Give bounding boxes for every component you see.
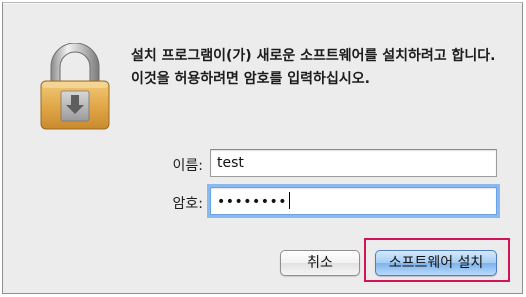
name-field[interactable]: test — [210, 149, 497, 177]
name-label: 이름: — [172, 158, 203, 174]
password-field[interactable]: •••••••• — [210, 187, 497, 215]
text-caret — [289, 192, 291, 209]
cancel-button[interactable]: 취소 — [280, 250, 360, 276]
highlight-annotation-box — [364, 238, 510, 282]
password-label: 암호: — [172, 196, 203, 212]
password-masked-value: •••••••• — [217, 194, 288, 210]
dialog-message: 설치 프로그램이(가) 새로운 소프트웨어를 설치하려고 합니다. 이것을 허용… — [131, 48, 496, 87]
lock-icon — [40, 43, 110, 130]
